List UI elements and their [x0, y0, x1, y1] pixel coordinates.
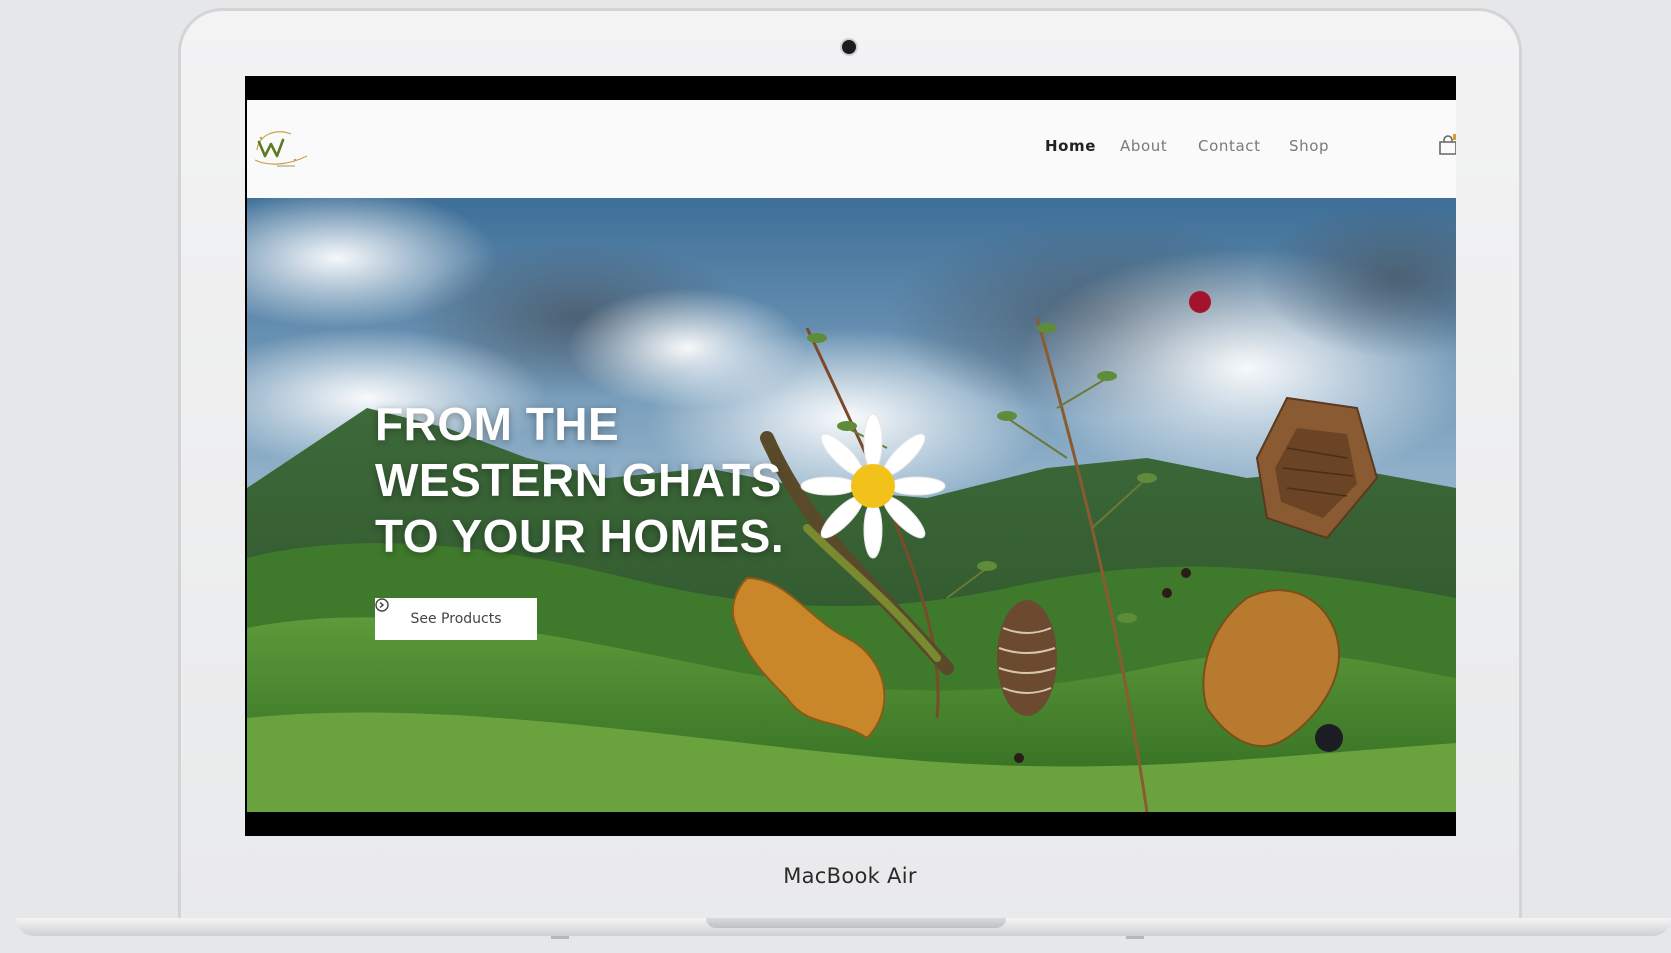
- arrow-circle-icon: [375, 598, 389, 612]
- nav-link-contact[interactable]: Contact: [1198, 137, 1261, 155]
- laptop-hinge-notch: [706, 918, 1006, 928]
- laptop-base: [16, 918, 1671, 953]
- nav-link-home[interactable]: Home: [1045, 137, 1096, 155]
- hero-headline-line: FROM THE: [375, 398, 620, 450]
- hero-headline-line: TO YOUR HOMES.: [375, 510, 785, 562]
- site-header: Home About Contact Shop: [247, 100, 1456, 198]
- shopping-bag-icon[interactable]: [1437, 134, 1456, 156]
- website: Home About Contact Shop FROM THE WESTERN…: [247, 100, 1456, 812]
- laptop-foot: [551, 936, 569, 939]
- hero-banner: FROM THE WESTERN GHATS TO YOUR HOMES. Se…: [247, 198, 1456, 812]
- see-products-button[interactable]: See Products: [375, 598, 537, 640]
- brand-logo-icon[interactable]: [247, 120, 317, 176]
- nav-link-shop[interactable]: Shop: [1289, 137, 1329, 155]
- device-model-label: MacBook Air: [783, 864, 917, 888]
- see-products-label: See Products: [410, 611, 502, 627]
- hero-headline: FROM THE WESTERN GHATS TO YOUR HOMES.: [375, 396, 784, 564]
- hero-headline-line: WESTERN GHATS: [375, 454, 782, 506]
- nav-link-about[interactable]: About: [1120, 137, 1167, 155]
- device-mockup: Home About Contact Shop FROM THE WESTERN…: [0, 0, 1671, 953]
- laptop-foot: [1126, 936, 1144, 939]
- webcam-icon: [842, 40, 856, 54]
